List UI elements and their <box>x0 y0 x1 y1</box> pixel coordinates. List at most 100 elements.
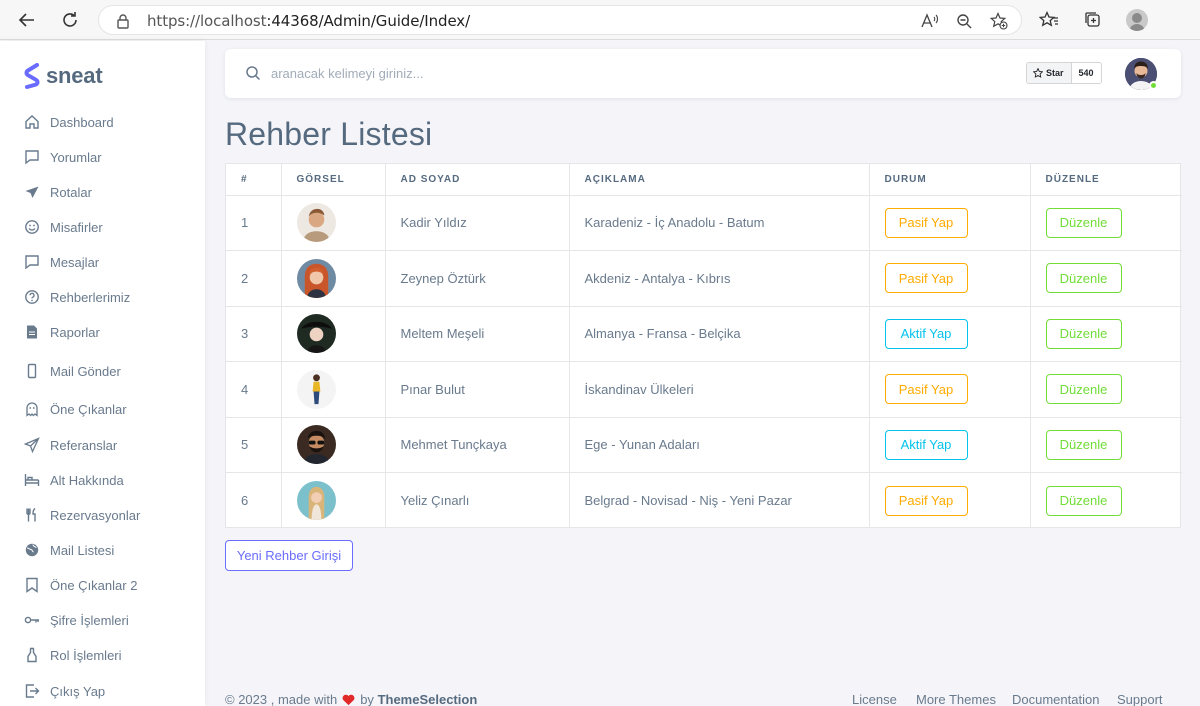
new-guide-button[interactable]: Yeni Rehber Girişi <box>225 540 353 571</box>
footer-link-license[interactable]: License <box>852 692 897 706</box>
deactivate-button[interactable]: Pasif Yap <box>884 263 968 294</box>
edit-cell: Düzenle <box>1030 361 1182 418</box>
row-number: 2 <box>226 250 282 307</box>
brand-logo[interactable]: sneat <box>24 63 103 89</box>
footer-link-more-themes[interactable]: More Themes <box>916 692 996 706</box>
table-row: 1 Kadir Yıldız Karadeniz - İç Anadolu - … <box>226 195 1182 251</box>
sidebar-item-label: Rehberlerimiz <box>50 289 131 305</box>
guide-photo-cell <box>281 306 386 362</box>
favorites-icon[interactable] <box>1037 8 1061 32</box>
github-star-button[interactable]: Star 540 <box>1026 62 1102 84</box>
table-row: 4 Pınar Bulut İskandinav Ülkeleri Pasif … <box>226 361 1182 418</box>
footer-link-documentation[interactable]: Documentation <box>1012 692 1099 706</box>
status-cell: Aktif Yap <box>869 306 1031 362</box>
row-number: 1 <box>226 195 282 251</box>
sidebar-item-label: Rezervasyonlar <box>50 507 141 523</box>
help-circle-icon <box>24 289 40 305</box>
sidebar-item-one-cikanlar[interactable]: Öne Çıkanlar <box>24 398 127 420</box>
refresh-icon[interactable] <box>58 8 82 32</box>
sidebar-item-raporlar[interactable]: Raporlar <box>24 321 100 343</box>
lock-icon <box>117 14 129 29</box>
status-cell: Pasif Yap <box>869 361 1031 418</box>
deactivate-button[interactable]: Pasif Yap <box>884 374 968 405</box>
logout-icon <box>24 683 40 699</box>
sidebar-item-alt-hakkinda[interactable]: Alt Hakkında <box>24 469 124 491</box>
sidebar-item-misafirler[interactable]: Misafirler <box>24 216 103 238</box>
guide-photo <box>296 314 336 354</box>
star-button-label-wrap[interactable]: Star <box>1027 63 1072 83</box>
edit-button[interactable]: Düzenle <box>1045 485 1122 516</box>
search-input[interactable] <box>271 61 771 85</box>
back-arrow-icon[interactable] <box>15 8 39 32</box>
activate-button[interactable]: Aktif Yap <box>884 429 968 460</box>
sidebar-item-one-cikanlar-2[interactable]: Öne Çıkanlar 2 <box>24 574 137 596</box>
home-icon <box>24 114 40 130</box>
restaurant-icon <box>24 507 40 523</box>
sidebar-item-rol-islemleri[interactable]: Rol İşlemleri <box>24 644 122 666</box>
guide-photo <box>296 425 336 465</box>
ghost-icon <box>24 401 40 417</box>
sidebar-item-rotalar[interactable]: Rotalar <box>24 181 92 203</box>
column-header-name: AD SOYAD <box>385 164 570 196</box>
sidebar-item-mesajlar[interactable]: Mesajlar <box>24 251 99 273</box>
browser-toolbar: https://localhost:44368/Admin/Guide/Inde… <box>0 0 1200 40</box>
url-host: https://localhost <box>147 12 267 30</box>
footer-credit: © 2023 , made with by ThemeSelection <box>225 692 477 706</box>
read-aloud-icon[interactable] <box>920 12 940 30</box>
guide-description: Ege - Yunan Adaları <box>569 417 870 473</box>
message-icon <box>24 254 40 270</box>
sidebar-item-sifre-islemleri[interactable]: Şifre İşlemleri <box>24 609 129 631</box>
table-header-row: # GÖRSEL AD SOYAD AÇIKLAMA DURUM DÜZENLE <box>226 164 1182 196</box>
guide-name: Zeynep Öztürk <box>385 250 570 307</box>
sidebar-item-mail-gonder[interactable]: Mail Gönder <box>24 360 121 382</box>
edit-button[interactable]: Düzenle <box>1045 374 1122 405</box>
sidebar-item-referanslar[interactable]: Referanslar <box>24 434 117 456</box>
add-favorite-icon[interactable] <box>989 12 1009 30</box>
smile-icon <box>24 219 40 235</box>
sidebar-item-label: Şifre İşlemleri <box>50 612 129 628</box>
browser-profile-avatar[interactable] <box>1126 9 1148 31</box>
status-cell: Pasif Yap <box>869 472 1031 528</box>
edit-cell: Düzenle <box>1030 195 1182 251</box>
brand-name: sneat <box>46 63 103 88</box>
star-count[interactable]: 540 <box>1071 63 1101 83</box>
sidebar-item-rehberlerimiz[interactable]: Rehberlerimiz <box>24 286 130 308</box>
edit-button[interactable]: Düzenle <box>1045 429 1122 460</box>
sidebar-item-cikis-yap[interactable]: Çıkış Yap <box>24 680 105 702</box>
collections-icon[interactable] <box>1081 8 1105 32</box>
sidebar-item-dashboard[interactable]: Dashboard <box>24 111 114 133</box>
edit-cell: Düzenle <box>1030 250 1182 307</box>
guide-photo-cell <box>281 472 386 528</box>
footer-author-link[interactable]: ThemeSelection <box>378 692 478 706</box>
guide-photo-cell <box>281 195 386 251</box>
sidebar-item-label: Öne Çıkanlar <box>50 401 127 417</box>
sidebar-item-label: Yorumlar <box>50 149 102 165</box>
guide-description: Belgrad - Novisad - Niş - Yeni Pazar <box>569 472 870 528</box>
address-bar[interactable]: https://localhost:44368/Admin/Guide/Inde… <box>98 5 1022 35</box>
sidebar-item-label: Rol İşlemleri <box>50 647 122 663</box>
sidebar-item-label: Rotalar <box>50 184 92 200</box>
sneat-logo-icon <box>24 63 40 89</box>
sidebar-item-label: Alt Hakkında <box>50 472 124 488</box>
table-row: 6 Yeliz Çınarlı Belgrad - Novisad - Niş … <box>226 472 1182 528</box>
heart-icon <box>342 694 355 705</box>
sidebar-item-rezervasyonlar[interactable]: Rezervasyonlar <box>24 504 140 526</box>
edit-button[interactable]: Düzenle <box>1045 207 1122 238</box>
top-navbar: Star 540 <box>225 49 1181 98</box>
edit-button[interactable]: Düzenle <box>1045 263 1122 294</box>
file-icon <box>24 324 40 340</box>
sidebar-item-yorumlar[interactable]: Yorumlar <box>24 146 102 168</box>
online-status-dot <box>1149 81 1158 90</box>
sidebar-item-label: Öne Çıkanlar 2 <box>50 577 138 593</box>
sidebar-item-mail-listesi[interactable]: Mail Listesi <box>24 539 114 561</box>
activate-button[interactable]: Aktif Yap <box>884 318 968 349</box>
deactivate-button[interactable]: Pasif Yap <box>884 485 968 516</box>
send-icon <box>24 437 40 453</box>
guide-photo <box>296 203 336 243</box>
edit-button[interactable]: Düzenle <box>1045 318 1122 349</box>
mobile-icon <box>24 363 40 379</box>
deactivate-button[interactable]: Pasif Yap <box>884 207 968 238</box>
footer-link-support[interactable]: Support <box>1117 692 1163 706</box>
row-number: 6 <box>226 472 282 528</box>
zoom-out-icon[interactable] <box>954 12 974 30</box>
